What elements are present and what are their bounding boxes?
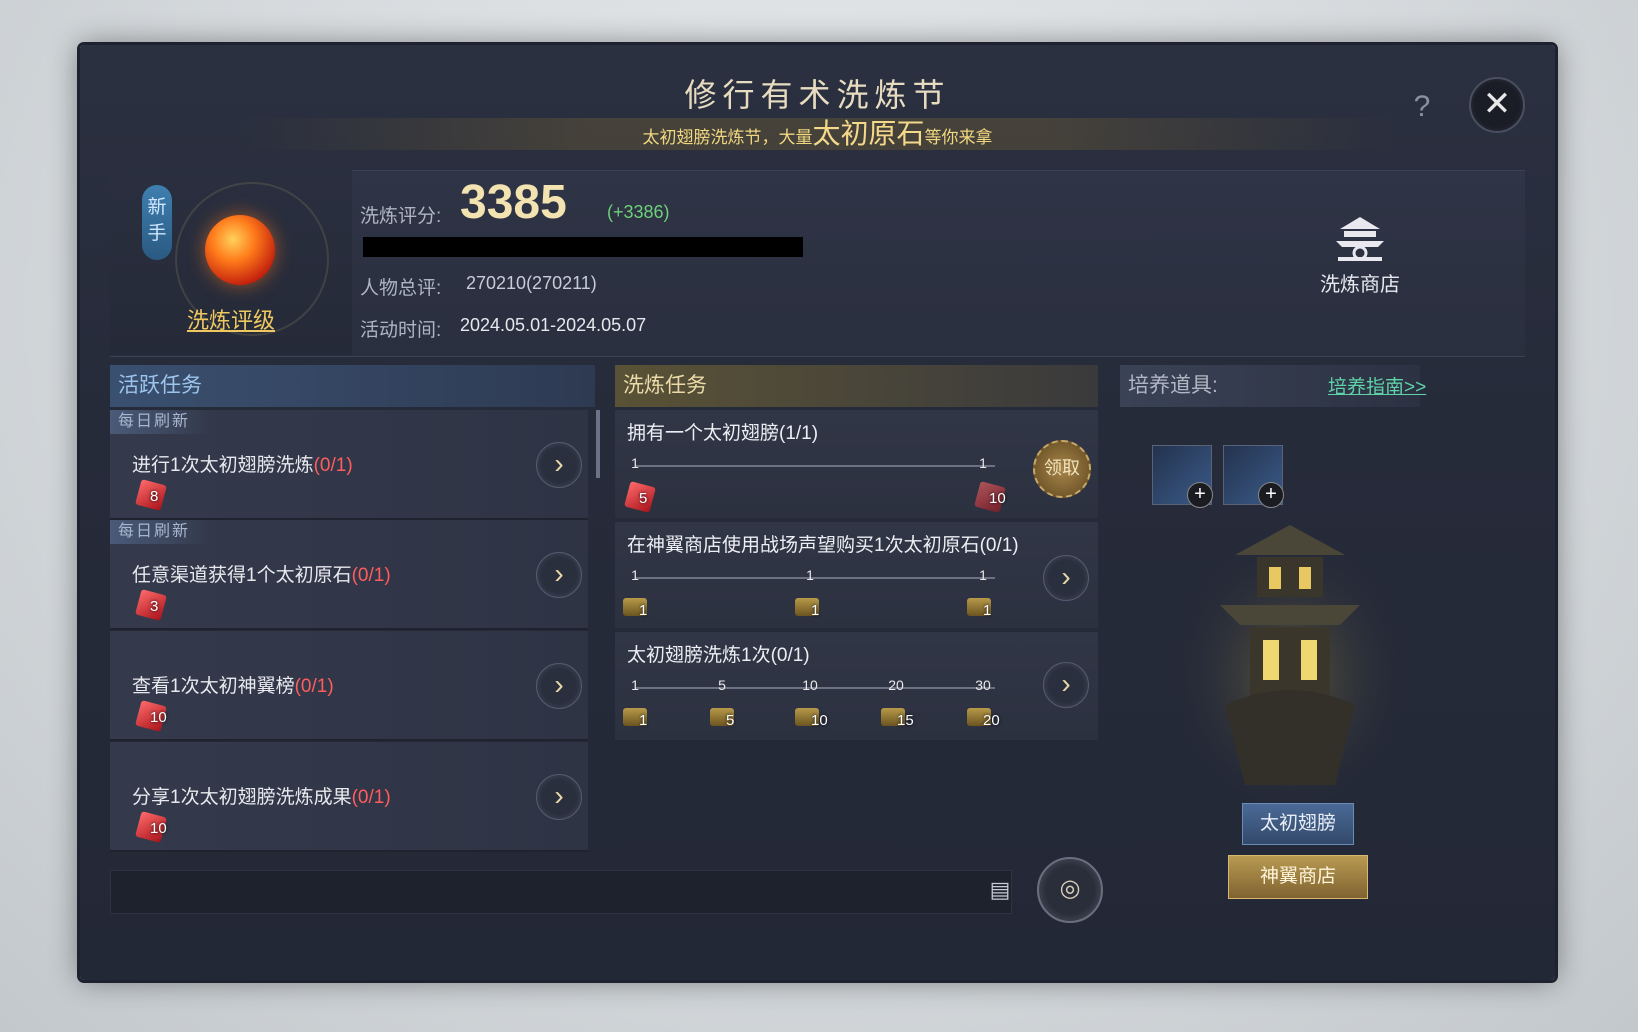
wash-tasks-header: 洗炼任务	[615, 365, 1098, 407]
tick-label: 20	[888, 677, 904, 693]
wash-task-title: 在神翼商店使用战场声望购买1次太初原石(0/1)	[627, 535, 1019, 556]
reward-count: 5	[726, 712, 735, 729]
total-label: 人物总评:	[360, 278, 442, 299]
subtitle-post: 等你来拿	[924, 128, 993, 147]
shop-pagoda-icon[interactable]	[1330, 213, 1390, 263]
wash-task-title: 太初翅膀洗炼1次(0/1)	[627, 645, 810, 666]
task-text: 进行1次太初翅膀洗炼(0/1)	[132, 455, 353, 476]
go-button[interactable]: ›	[1043, 555, 1089, 601]
tick-label: 1	[631, 455, 639, 471]
daily-refresh-tag: 每日刷新	[110, 520, 210, 544]
tick-label: 1	[979, 455, 987, 471]
redacted-bar	[363, 237, 803, 257]
time-value: 2024.05.01-2024.05.07	[460, 315, 647, 335]
emblem-icon[interactable]: ◎	[1037, 857, 1103, 923]
task-card-1: 每日刷新 进行1次太初翅膀洗炼(0/1) 8 ›	[110, 410, 588, 520]
item-slot-wing[interactable]: +	[1152, 445, 1213, 508]
newbie-badge: 新手	[142, 185, 172, 260]
score-delta: (+3386)	[607, 202, 670, 222]
tick-label: 1	[979, 567, 987, 583]
tick-label: 1	[631, 677, 639, 693]
reward-count: 1	[983, 602, 992, 619]
go-button[interactable]: ›	[536, 663, 582, 709]
plus-icon[interactable]: +	[1187, 482, 1213, 508]
book-icon[interactable]: ▤	[985, 873, 1015, 907]
task-card-3: 查看1次太初神翼榜(0/1) 10 ›	[110, 631, 588, 741]
reward-count: 5	[639, 490, 648, 507]
reward-count: 3	[150, 598, 159, 615]
festival-panel: 修行有术洗炼节 太初翅膀洗炼节，大量太初原石等你来拿 ? ✕ 新手 洗炼评级 洗…	[80, 45, 1555, 980]
wash-task-title: 拥有一个太初翅膀(1/1)	[627, 423, 819, 444]
fire-orb-icon	[205, 215, 275, 285]
task-card-2: 每日刷新 任意渠道获得1个太初原石(0/1) 3 ›	[110, 520, 588, 630]
task-text: 分享1次太初翅膀洗炼成果(0/1)	[132, 787, 391, 808]
task-text: 任意渠道获得1个太初原石(0/1)	[132, 565, 391, 586]
tick-label: 1	[806, 567, 814, 583]
total-value: 270210(270211)	[466, 273, 597, 293]
tick-label: 10	[802, 677, 818, 693]
tick-label: 30	[975, 677, 991, 693]
guide-link[interactable]: 培养指南>>	[1328, 372, 1426, 399]
plus-icon[interactable]: +	[1258, 482, 1284, 508]
score-label: 洗炼评分:	[360, 206, 442, 227]
item-slot-stone[interactable]: +	[1223, 445, 1284, 508]
progress-track	[635, 465, 995, 467]
go-button[interactable]: ›	[536, 774, 582, 820]
claim-button[interactable]: 领取	[1033, 440, 1091, 498]
subtitle-pre: 太初翅膀洗炼节，大量	[642, 128, 813, 147]
wash-task-1: 拥有一个太初翅膀(1/1) 1 1 5 10 领取	[615, 410, 1098, 518]
wing-shop-button[interactable]: 神翼商店	[1228, 855, 1368, 899]
subtitle-highlight: 太初原石	[812, 118, 925, 149]
reward-count: 20	[983, 712, 1000, 729]
tick-label: 1	[631, 567, 639, 583]
reward-count: 15	[897, 712, 914, 729]
time-label: 活动时间:	[360, 320, 442, 341]
bottom-bar	[110, 870, 1012, 914]
close-button[interactable]: ✕	[1469, 77, 1525, 133]
reward-count: 1	[639, 712, 648, 729]
reward-count: 10	[150, 709, 167, 726]
wing-button[interactable]: 太初翅膀	[1242, 803, 1354, 845]
reward-count: 1	[811, 602, 820, 619]
active-tasks-header: 活跃任务	[110, 365, 595, 407]
score-value: 3385	[460, 176, 567, 229]
wash-task-2: 在神翼商店使用战场声望购买1次太初原石(0/1) 1 1 1 1 1 1 ›	[615, 522, 1098, 628]
reward-count: 10	[989, 490, 1006, 507]
go-button[interactable]: ›	[1043, 662, 1089, 708]
wash-task-3: 太初翅膀洗炼1次(0/1) 1 5 10 20 30 1 5 10 15 20 …	[615, 632, 1098, 740]
go-button[interactable]: ›	[536, 552, 582, 598]
go-button[interactable]: ›	[536, 442, 582, 488]
pagoda-illustration-icon	[1170, 525, 1410, 815]
tick-label: 5	[718, 677, 726, 693]
reward-count: 10	[150, 820, 167, 837]
shop-label[interactable]: 洗炼商店	[1310, 268, 1410, 297]
reward-count: 10	[811, 712, 828, 729]
subtitle-banner: 太初翅膀洗炼节，大量太初原石等你来拿	[240, 118, 1395, 150]
page-title: 修行有术洗炼节	[684, 76, 951, 114]
task-card-4: 分享1次太初翅膀洗炼成果(0/1) 10 ›	[110, 742, 588, 852]
scrollbar[interactable]	[596, 410, 600, 478]
task-text: 查看1次太初神翼榜(0/1)	[132, 676, 334, 697]
daily-refresh-tag: 每日刷新	[110, 410, 210, 434]
reward-count: 8	[150, 488, 159, 505]
reward-count: 1	[639, 602, 648, 619]
help-icon[interactable]: ?	[1402, 87, 1442, 127]
rank-link[interactable]: 洗炼评级	[110, 303, 352, 335]
